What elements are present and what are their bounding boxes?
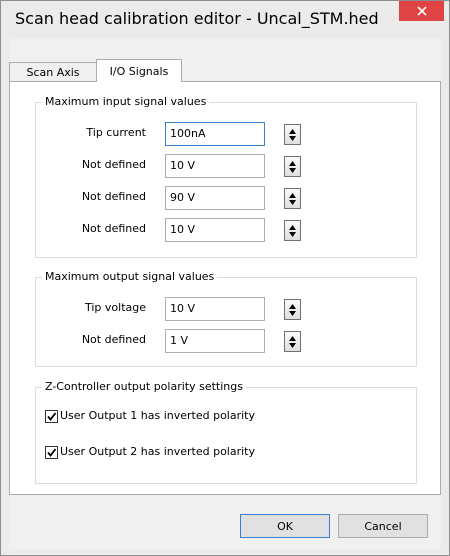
checkbox-label: User Output 1 has inverted polarity [60, 409, 256, 422]
row-label: Tip current [86, 126, 146, 139]
group-legend-input: Maximum input signal values [42, 95, 210, 108]
spin-arrows-icon [288, 303, 297, 317]
tab-strip: Scan Axis I/O Signals [9, 39, 441, 82]
row-label: Not defined [81, 190, 146, 203]
input-field-2[interactable]: 10 V [165, 154, 265, 178]
ok-button[interactable]: OK [240, 514, 330, 538]
spin-arrows-icon [288, 192, 297, 206]
tab-panel-io-signals: Maximum input signal values Tip current … [9, 81, 441, 495]
spin-button[interactable] [284, 156, 301, 177]
group-legend-output: Maximum output signal values [42, 270, 218, 283]
group-legend-polarity: Z-Controller output polarity settings [42, 380, 246, 393]
input-field-3[interactable]: 90 V [165, 186, 265, 210]
spin-button[interactable] [284, 331, 301, 352]
input-row-tip-current: Tip current 100nA [36, 122, 416, 146]
spin-button[interactable] [284, 124, 301, 145]
output-2-checkbox[interactable] [45, 446, 58, 459]
dialog-window: Scan head calibration editor - Uncal_STM… [0, 0, 450, 556]
cancel-button[interactable]: Cancel [338, 514, 428, 538]
dialog-client: Scan Axis I/O Signals Maximum input sign… [9, 39, 441, 549]
output-signal-group: Maximum output signal values Tip voltage… [35, 270, 417, 367]
row-label: Not defined [81, 333, 146, 346]
spin-arrows-icon [288, 335, 297, 349]
input-row-3: Not defined 90 V [36, 186, 416, 210]
tip-current-field[interactable]: 100nA [165, 122, 265, 146]
input-signal-group: Maximum input signal values Tip current … [35, 95, 417, 258]
output-1-checkbox[interactable] [45, 410, 58, 423]
spin-button[interactable] [284, 299, 301, 320]
close-icon [416, 6, 427, 16]
spin-button[interactable] [284, 220, 301, 241]
tab-io-signals[interactable]: I/O Signals [96, 59, 182, 82]
input-row-2: Not defined 10 V [36, 154, 416, 178]
output-row-2: Not defined 1 V [36, 329, 416, 353]
tab-scan-axis[interactable]: Scan Axis [9, 62, 97, 81]
polarity-group: Z-Controller output polarity settings Us… [35, 380, 417, 484]
output-row-tip-voltage: Tip voltage 10 V [36, 297, 416, 321]
checkbox-row-output-2[interactable]: User Output 2 has inverted polarity [45, 445, 345, 465]
row-label: Tip voltage [84, 301, 146, 314]
window-title: Scan head calibration editor - Uncal_STM… [15, 9, 379, 28]
spin-arrows-icon [288, 160, 297, 174]
row-label: Not defined [81, 158, 146, 171]
input-row-4: Not defined 10 V [36, 218, 416, 242]
spin-arrows-icon [288, 224, 297, 238]
checkbox-label: User Output 2 has inverted polarity [60, 445, 256, 458]
row-label: Not defined [81, 222, 146, 235]
tip-voltage-field[interactable]: 10 V [165, 297, 265, 321]
input-field-4[interactable]: 10 V [165, 218, 265, 242]
checkbox-row-output-1[interactable]: User Output 1 has inverted polarity [45, 409, 345, 429]
output-field-2[interactable]: 1 V [165, 329, 265, 353]
close-button[interactable] [399, 1, 444, 21]
title-bar[interactable]: Scan head calibration editor - Uncal_STM… [1, 1, 449, 39]
spin-arrows-icon [288, 128, 297, 142]
spin-button[interactable] [284, 188, 301, 209]
